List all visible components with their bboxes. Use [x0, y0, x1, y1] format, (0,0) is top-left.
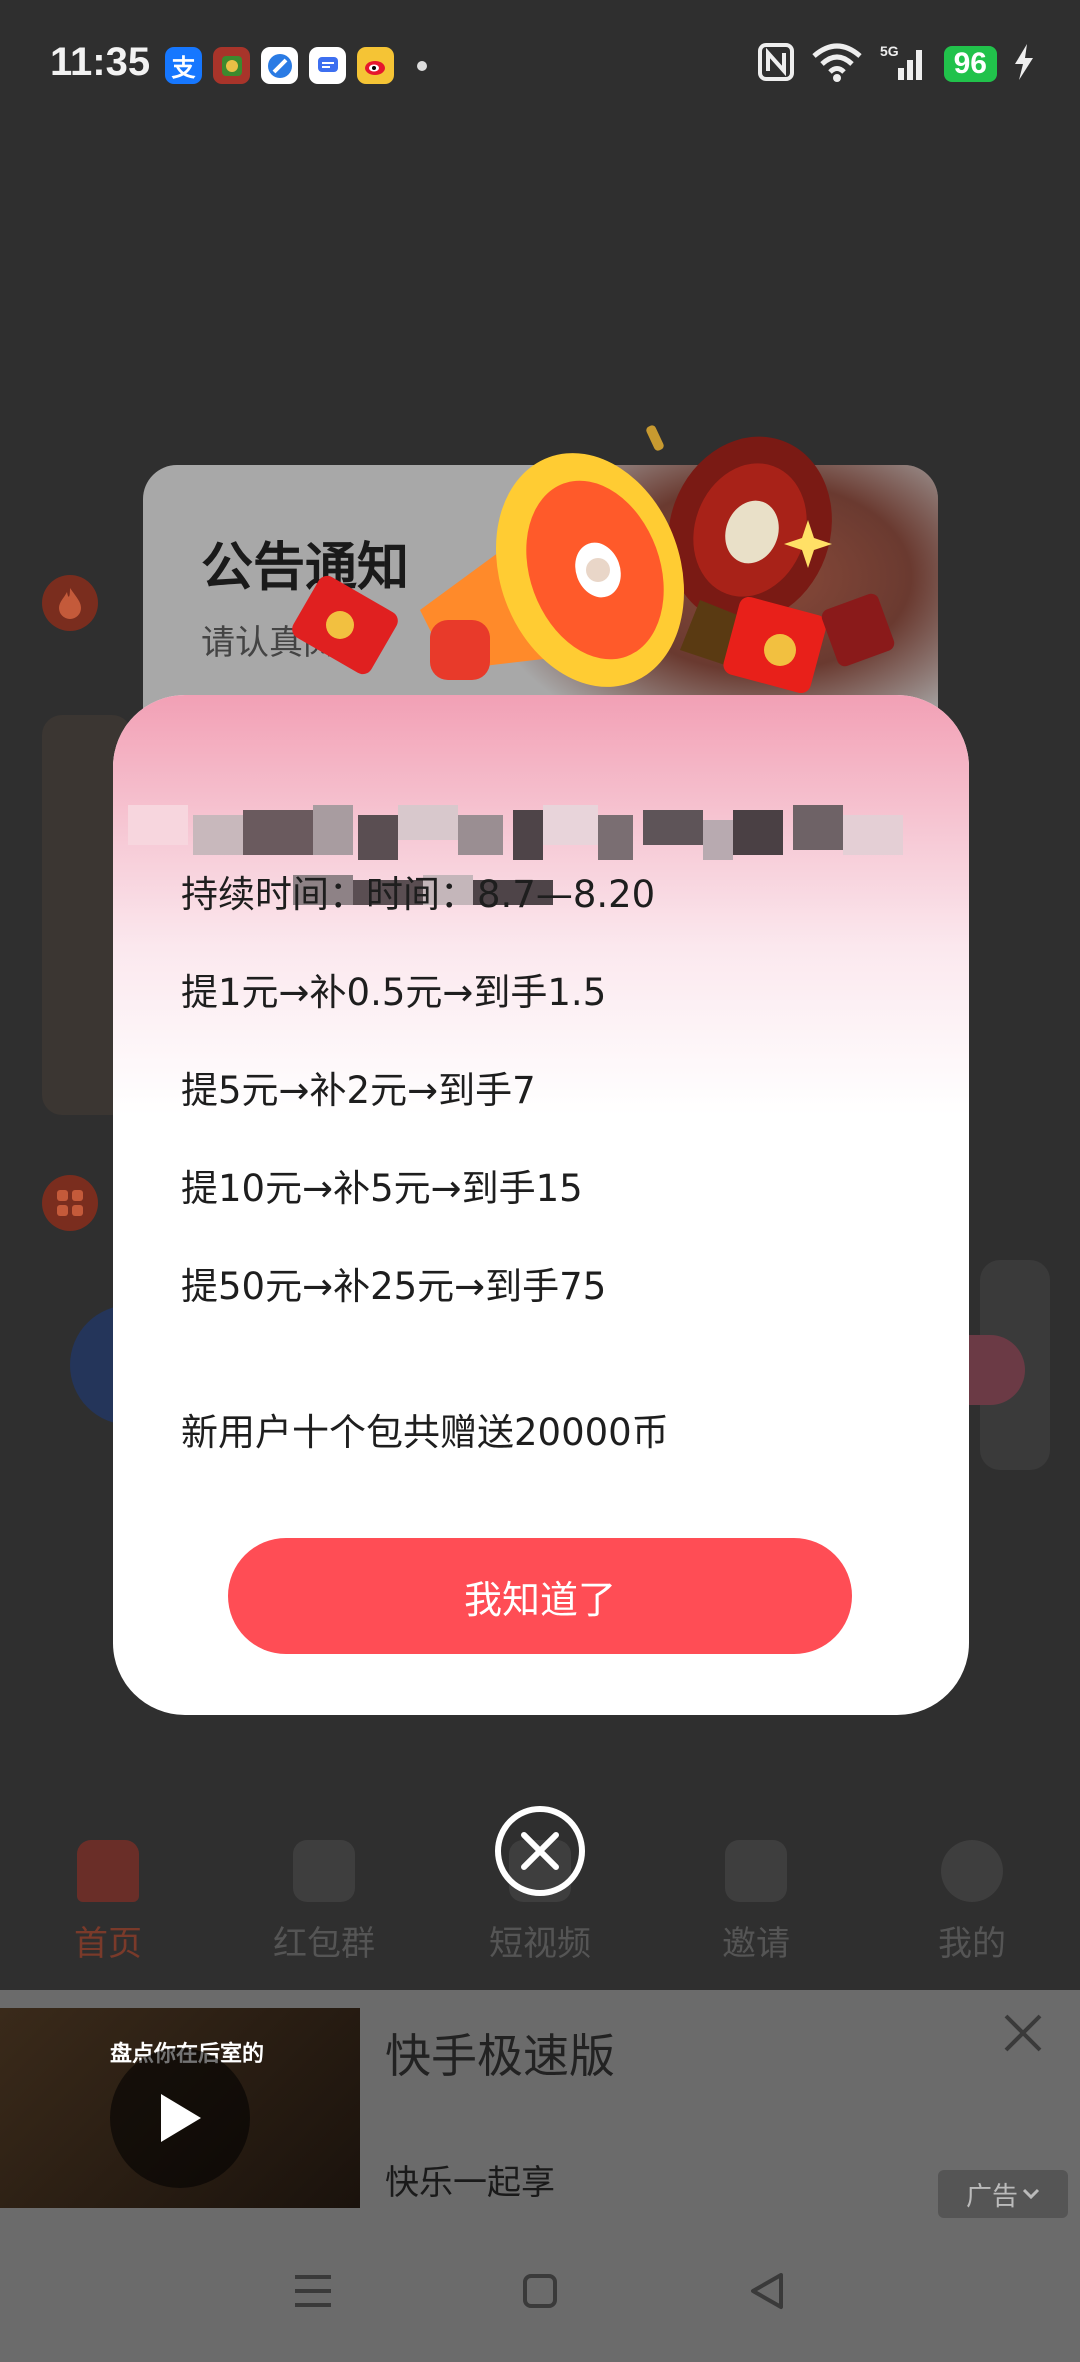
hot-icon: [42, 575, 98, 631]
tab-red-packet-group[interactable]: 红包群: [234, 1840, 414, 1965]
red-envelope-icon: [821, 593, 895, 667]
status-right: 5G 96: [757, 42, 1035, 86]
tab-invite[interactable]: 邀请: [666, 1840, 846, 1965]
tab-label: 邀请: [722, 1924, 790, 1964]
apps-icon: [42, 1175, 98, 1231]
home-button[interactable]: [510, 2261, 570, 2321]
notification-icons: 支: [165, 47, 427, 84]
popup-content: 持续时间：时间：8.7—8.20 提1元→补0.5元→到手1.5 提5元→补2元…: [181, 870, 669, 1506]
ad-title: 快手极速版: [385, 2029, 615, 2083]
weibo-icon: [357, 47, 394, 84]
red-envelope-icon: [292, 575, 398, 675]
group-icon: [293, 1840, 355, 1902]
svg-text:5G: 5G: [880, 43, 899, 59]
ad-subtitle: 快乐一起享: [385, 2163, 555, 2203]
back-button[interactable]: [737, 2261, 797, 2321]
play-icon: [161, 2094, 201, 2142]
tab-profile[interactable]: 我的: [882, 1840, 1062, 1965]
status-time: 11:35: [50, 40, 151, 84]
battery-indicator: 96: [943, 46, 997, 82]
back-icon: [750, 2273, 783, 2309]
megaphone-illustration: [292, 425, 895, 694]
wifi-icon: [810, 42, 864, 86]
tab-label: 短视频: [489, 1924, 591, 1964]
more-notifications-dot: [417, 60, 427, 71]
ad-close-icon[interactable]: [998, 2008, 1048, 2058]
tab-label: 我的: [938, 1924, 1006, 1964]
browser-icon: [261, 47, 298, 84]
messages-icon: [309, 47, 346, 84]
confirm-button[interactable]: 我知道了: [228, 1538, 852, 1654]
confetti-icon: [646, 425, 664, 451]
tab-label: 红包群: [273, 1924, 375, 1964]
invite-icon: [725, 1840, 787, 1902]
play-button[interactable]: [110, 2048, 250, 2188]
ad-tag-label: 广告: [965, 2181, 1018, 2212]
close-popup-button[interactable]: [495, 1806, 585, 1896]
charging-icon: [1013, 44, 1035, 84]
menu-button[interactable]: [283, 2261, 343, 2321]
profile-icon: [941, 1840, 1003, 1902]
menu-icon: [295, 2275, 332, 2307]
nfc-icon: [757, 43, 794, 85]
ad-banner[interactable]: 盘点你在后室的 快手极速版 快乐一起享 广告: [0, 1990, 1080, 2220]
home-icon: [77, 1840, 139, 1902]
reward-line: 提50元→补25元→到手75: [181, 1265, 607, 1308]
status-bar: 11:35 支 5G 96: [0, 0, 1080, 135]
chevron-down-icon: [1022, 2188, 1040, 2200]
game-icon: [213, 47, 250, 84]
reward-line: 提5元→补2元→到手7: [181, 1069, 536, 1112]
reward-line: 提10元→补5元→到手15: [181, 1167, 583, 1210]
duration-line: 持续时间：时间：8.7—8.20: [181, 873, 656, 916]
ad-tag[interactable]: 广告: [938, 2170, 1068, 2218]
tab-home[interactable]: 首页: [18, 1840, 198, 1965]
notice-popup: 持续时间：时间：8.7—8.20 提1元→补0.5元→到手1.5 提5元→补2元…: [113, 695, 969, 1715]
system-nav-bar: [0, 2220, 1080, 2362]
square-icon: [522, 2274, 557, 2308]
alipay-icon: 支: [165, 47, 202, 84]
tab-label: 首页: [74, 1924, 142, 1964]
reward-line: 提1元→补0.5元→到手1.5: [181, 971, 607, 1014]
close-icon: [521, 1832, 559, 1870]
signal-icon: 5G: [880, 42, 928, 86]
bonus-line: 新用户十个包共赠送20000币: [181, 1411, 669, 1454]
ad-thumbnail[interactable]: 盘点你在后室的: [0, 2008, 360, 2208]
yellow-megaphone-icon: [420, 453, 685, 687]
